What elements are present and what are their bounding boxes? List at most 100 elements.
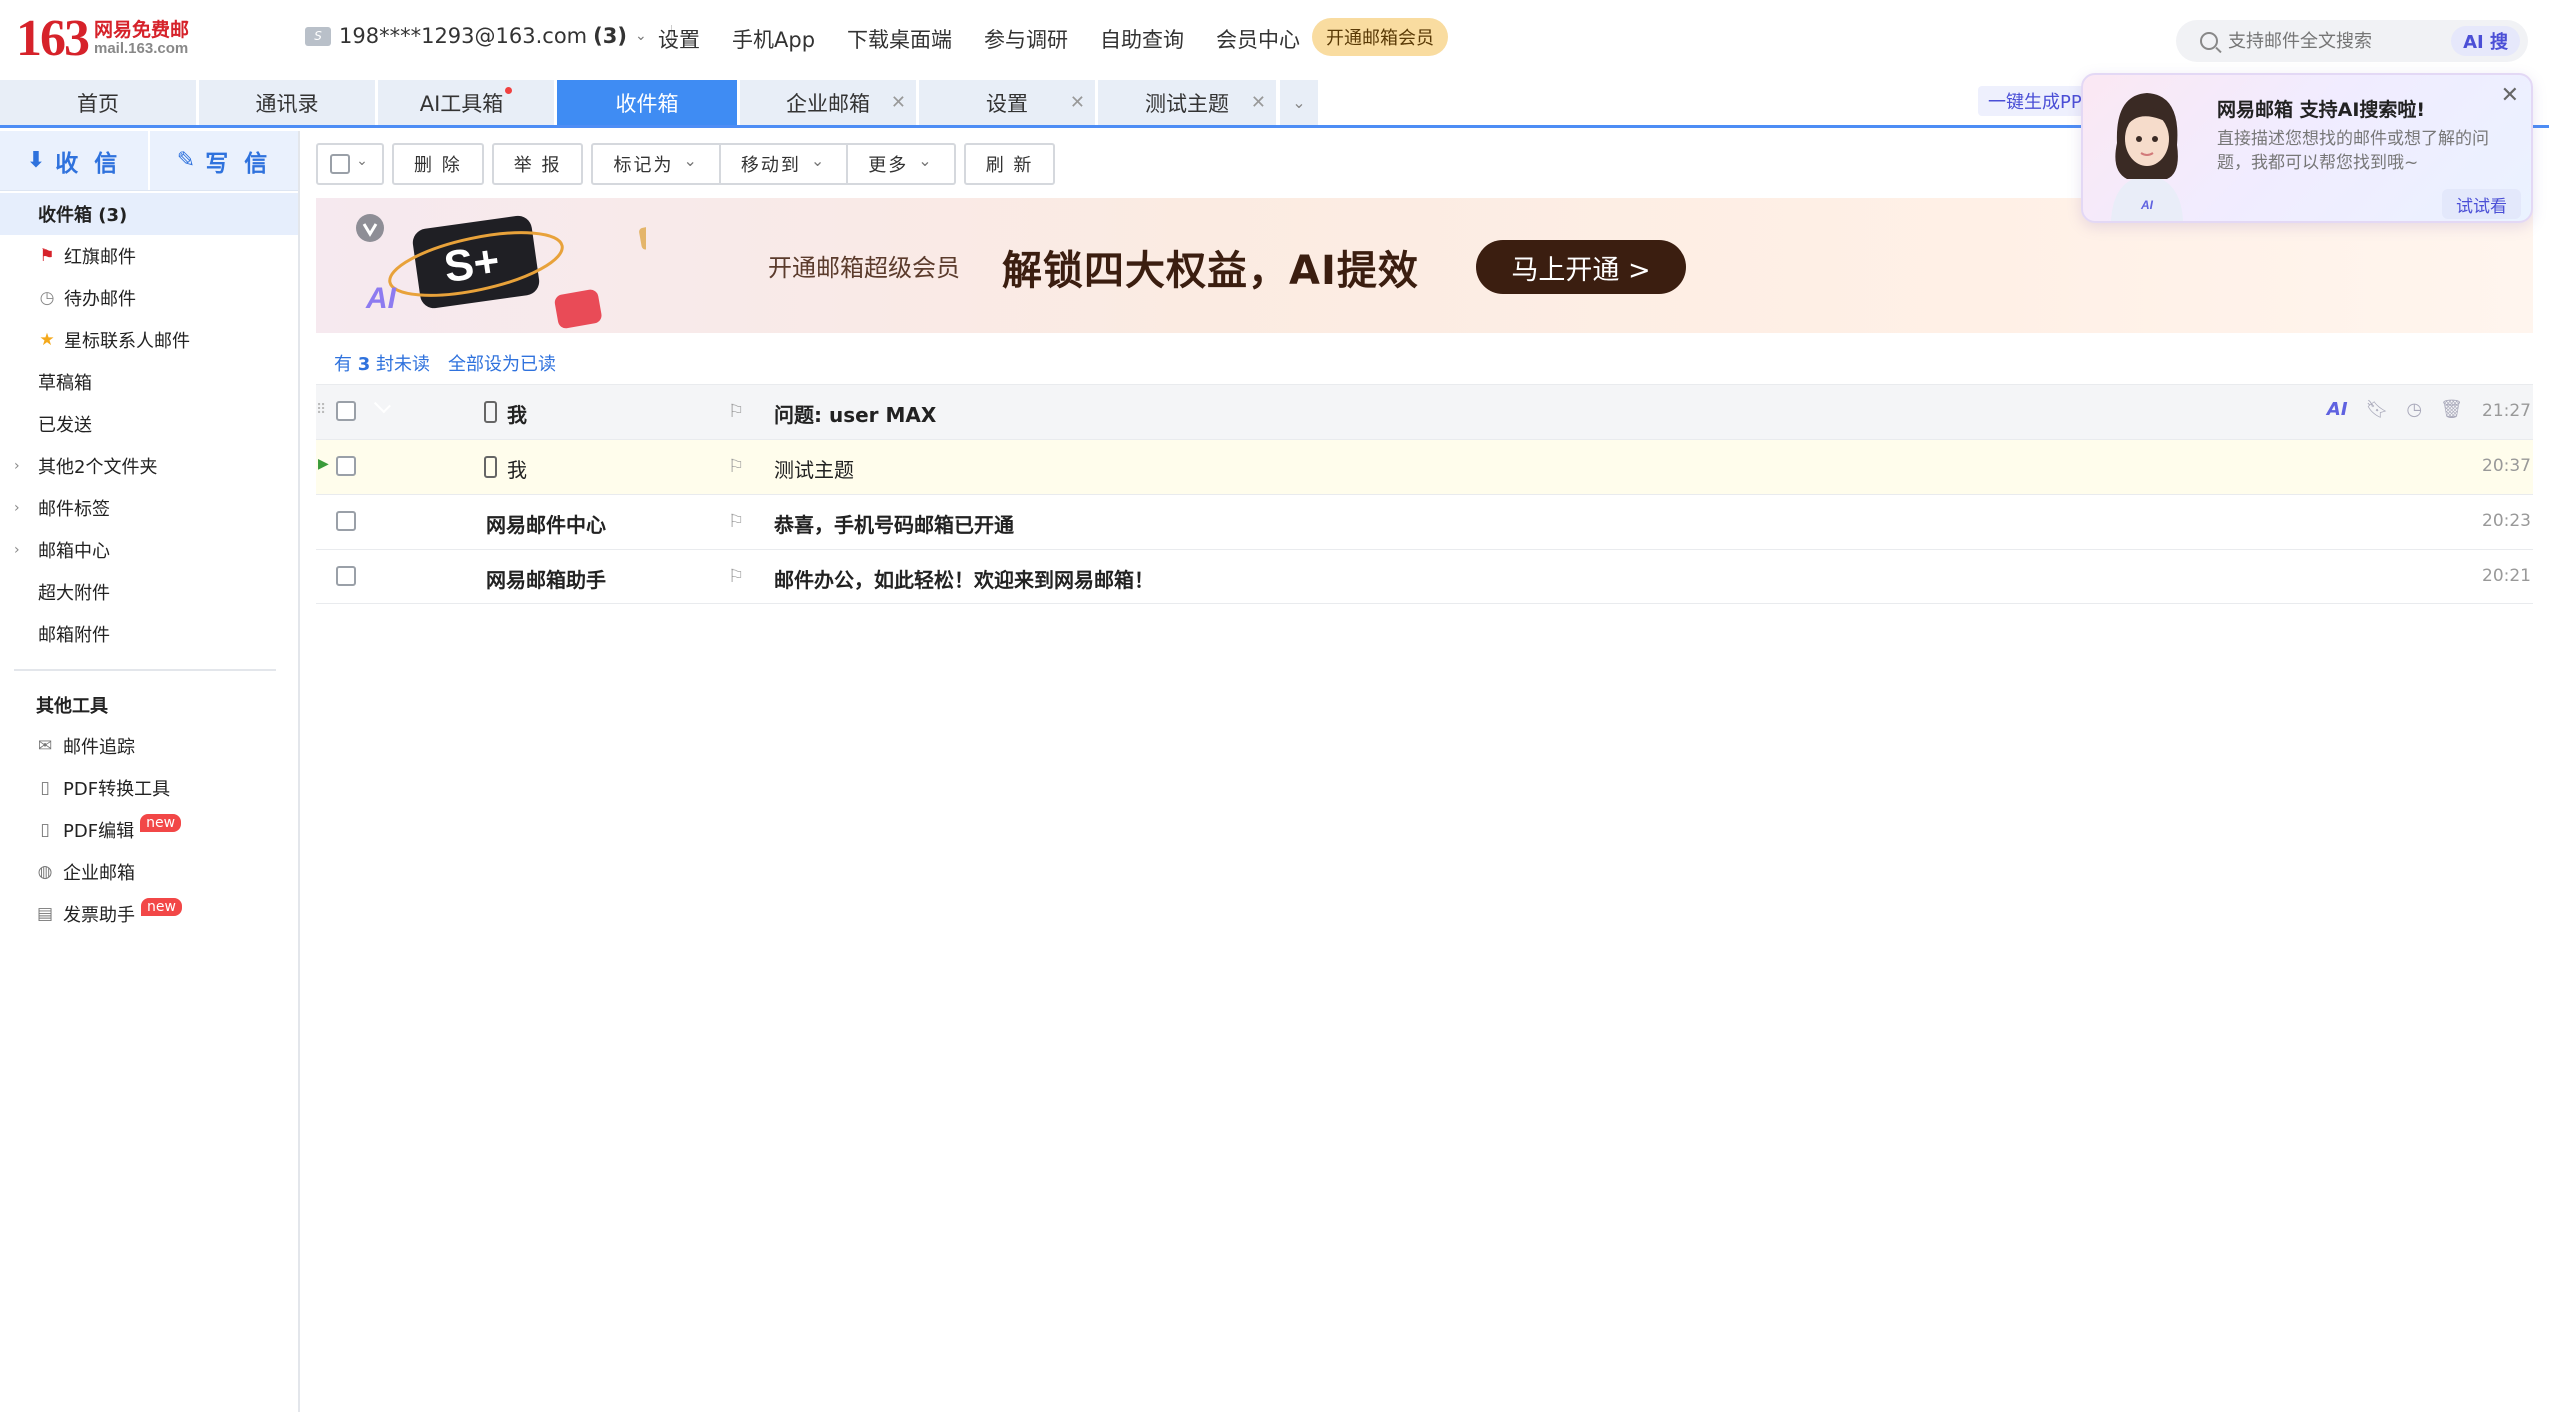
mail-checkbox[interactable] [336,511,356,531]
close-icon[interactable]: ✕ [1251,92,1266,113]
tabs-more-chevron-icon[interactable]: ⌄ [1280,80,1318,125]
tool-invoice-assistant[interactable]: ▤ 发票助手 new [0,893,298,935]
banner-text: 开通邮箱超级会员 [768,254,960,282]
mail-checkbox[interactable] [336,456,356,476]
account-switcher[interactable]: S 198****1293@163.com (3) ⌄ [305,24,698,48]
tool-pdf-edit[interactable]: ▯ PDF编辑 new [0,809,298,851]
receive-label: 收 信 [55,150,122,177]
tool-pdf-convert[interactable]: ▯ PDF转换工具 [0,767,298,809]
mail-checkbox[interactable] [336,566,356,586]
select-all-dropdown[interactable]: ⌄ [316,143,384,185]
chevron-right-icon[interactable]: › [14,500,20,516]
nav-download-desktop[interactable]: 下载桌面端 [847,24,952,54]
tab-ai-toolbox[interactable]: AI工具箱 [378,80,554,125]
flag-icon[interactable]: ⚐ [728,511,744,532]
ai-summary-icon[interactable]: AI [2327,399,2348,420]
report-button[interactable]: 举 报 [491,143,584,185]
clock-icon[interactable]: ◷ [2406,399,2422,420]
nav-member-center[interactable]: 会员中心 [1216,24,1300,54]
tool-label: PDF转换工具 [63,779,171,800]
bookmark-icon[interactable]: 🔖︎ [2366,399,2389,420]
chevron-right-icon[interactable]: › [14,458,20,474]
mark-as-dropdown[interactable]: 标记为 [591,143,721,185]
chevron-right-icon[interactable]: › [14,542,20,558]
sidebar-item-mail-center[interactable]: › 邮箱中心 [0,529,298,571]
tab-contacts[interactable]: 通讯录 [199,80,375,125]
sidebar-item-mail-attachments[interactable]: 邮箱附件 [0,613,298,655]
search-input[interactable] [2228,30,2438,52]
mail-row[interactable]: 网易邮箱助手 ⚐ 邮件办公，如此轻松！欢迎来到网易邮箱！ 20:21 [316,549,2533,604]
banner-cta-button[interactable]: 马上开通 > [1476,240,1686,294]
flag-icon[interactable]: ⚐ [728,566,744,587]
flag-icon[interactable]: ⚐ [728,401,744,422]
trash-icon[interactable]: 🗑︎ [2440,399,2463,420]
tab-settings[interactable]: 设置 ✕ [919,80,1095,125]
top-bar: 163 网易免费邮 mail.163.com S 198****1293@163… [0,0,2549,78]
move-to-dropdown[interactable]: 移动到 [720,143,849,185]
write-mail-button[interactable]: ✎ 写 信 [148,131,298,190]
folder-list: 收件箱 (3) ⚑ 红旗邮件 ◷ 待办邮件 ★ 星标联系人邮件 草稿箱 已发送 › 其他… [0,193,298,655]
mail-checkbox[interactable] [336,401,356,421]
mail-subject[interactable]: 测试主题 [774,454,854,483]
tab-home[interactable]: 首页 [0,80,196,125]
mark-all-read-link[interactable]: 全部设为已读 [448,350,556,376]
sidebar-item-drafts[interactable]: 草稿箱 [0,361,298,403]
sidebar-item-todo[interactable]: ◷ 待办邮件 [0,277,298,319]
tab-label: 测试主题 [1145,91,1229,116]
chevron-down-icon[interactable]: ⌄ [635,28,647,44]
delete-button[interactable]: 删 除 [392,143,484,185]
sidebar-item-red-flag[interactable]: ⚑ 红旗邮件 [0,235,298,277]
open-vip-button[interactable]: 开通邮箱会员 [1312,18,1448,56]
close-icon[interactable]: ✕ [2501,83,2519,108]
svg-text:AI: AI [2140,198,2154,212]
try-it-button[interactable]: 试试看 [2442,189,2521,219]
more-dropdown[interactable]: 更多 [848,143,956,185]
svg-text:AI: AI [365,282,397,315]
nav-mobile-app[interactable]: 手机App [732,24,815,54]
sidebar-item-large-attachments[interactable]: 超大附件 [0,571,298,613]
search-box[interactable]: AI 搜 [2176,20,2528,62]
receive-mail-button[interactable]: ⬇ 收 信 [0,131,148,190]
tool-enterprise-mail[interactable]: ◍ 企业邮箱 [0,851,298,893]
generate-ppt-link[interactable]: 一键生成PP [1978,86,2092,116]
mailbox-icon: S [305,26,331,46]
clock-icon: ◷ [39,288,55,308]
flag-icon[interactable]: ⚐ [728,456,744,477]
toolbar-dropdown-group: 标记为 移动到 更多 [591,143,956,185]
globe-icon: ◍ [37,862,53,882]
tool-mail-tracking[interactable]: ✉ 邮件追踪 [0,725,298,767]
sidebar-item-other-folders[interactable]: › 其他2个文件夹 [0,445,298,487]
logo[interactable]: 163 网易免费邮 mail.163.com [16,8,189,70]
mail-row[interactable]: ▶ 我 ⚐ 测试主题 20:37 [316,439,2533,494]
tab-inbox[interactable]: 收件箱 [557,80,737,125]
ai-search-button[interactable]: AI 搜 [2451,26,2520,56]
sidebar-item-sent[interactable]: 已发送 [0,403,298,445]
unread-envelope-icon [372,403,394,419]
mail-subject[interactable]: 问题: user MAX [774,399,936,428]
logo-text: 网易免费邮 mail.163.com [94,20,189,57]
sidebar-item-inbox[interactable]: 收件箱 (3) [0,193,298,235]
mail-subject[interactable]: 恭喜，手机号码邮箱已开通 [774,509,1014,538]
drag-handle-icon[interactable]: ⠿ [316,402,326,418]
unread-envelope-icon [372,568,394,584]
search-icon[interactable] [2200,32,2218,50]
mail-row[interactable]: ⠿ 我 ⚐ 问题: user MAX AI 🔖︎ ◷ 🗑︎ 21:27 [316,384,2533,439]
sidebar-item-starred[interactable]: ★ 星标联系人邮件 [0,319,298,361]
chevron-down-icon[interactable]: ⌄ [356,153,370,169]
mail-time: 20:23 [2482,511,2531,531]
tab-enterprise-mail[interactable]: 企业邮箱 ✕ [740,80,916,125]
tab-test-subject[interactable]: 测试主题 ✕ [1098,80,1276,125]
mail-subject[interactable]: 邮件办公，如此轻松！欢迎来到网易邮箱！ [774,564,1154,593]
select-all-checkbox[interactable] [330,154,351,174]
folder-label: 已发送 [38,415,92,436]
close-icon[interactable]: ✕ [1070,92,1085,113]
sidebar-item-mail-tags[interactable]: › 邮件标签 [0,487,298,529]
nav-settings[interactable]: 设置 [658,24,700,54]
close-icon[interactable]: ✕ [891,92,906,113]
red-flag-icon: ⚑ [39,246,55,266]
refresh-button[interactable]: 刷 新 [963,143,1056,185]
folder-label: 邮箱中心 [38,541,110,562]
nav-survey[interactable]: 参与调研 [984,24,1068,54]
nav-self-service[interactable]: 自助查询 [1100,24,1184,54]
mail-row[interactable]: 网易邮件中心 ⚐ 恭喜，手机号码邮箱已开通 20:23 [316,494,2533,549]
